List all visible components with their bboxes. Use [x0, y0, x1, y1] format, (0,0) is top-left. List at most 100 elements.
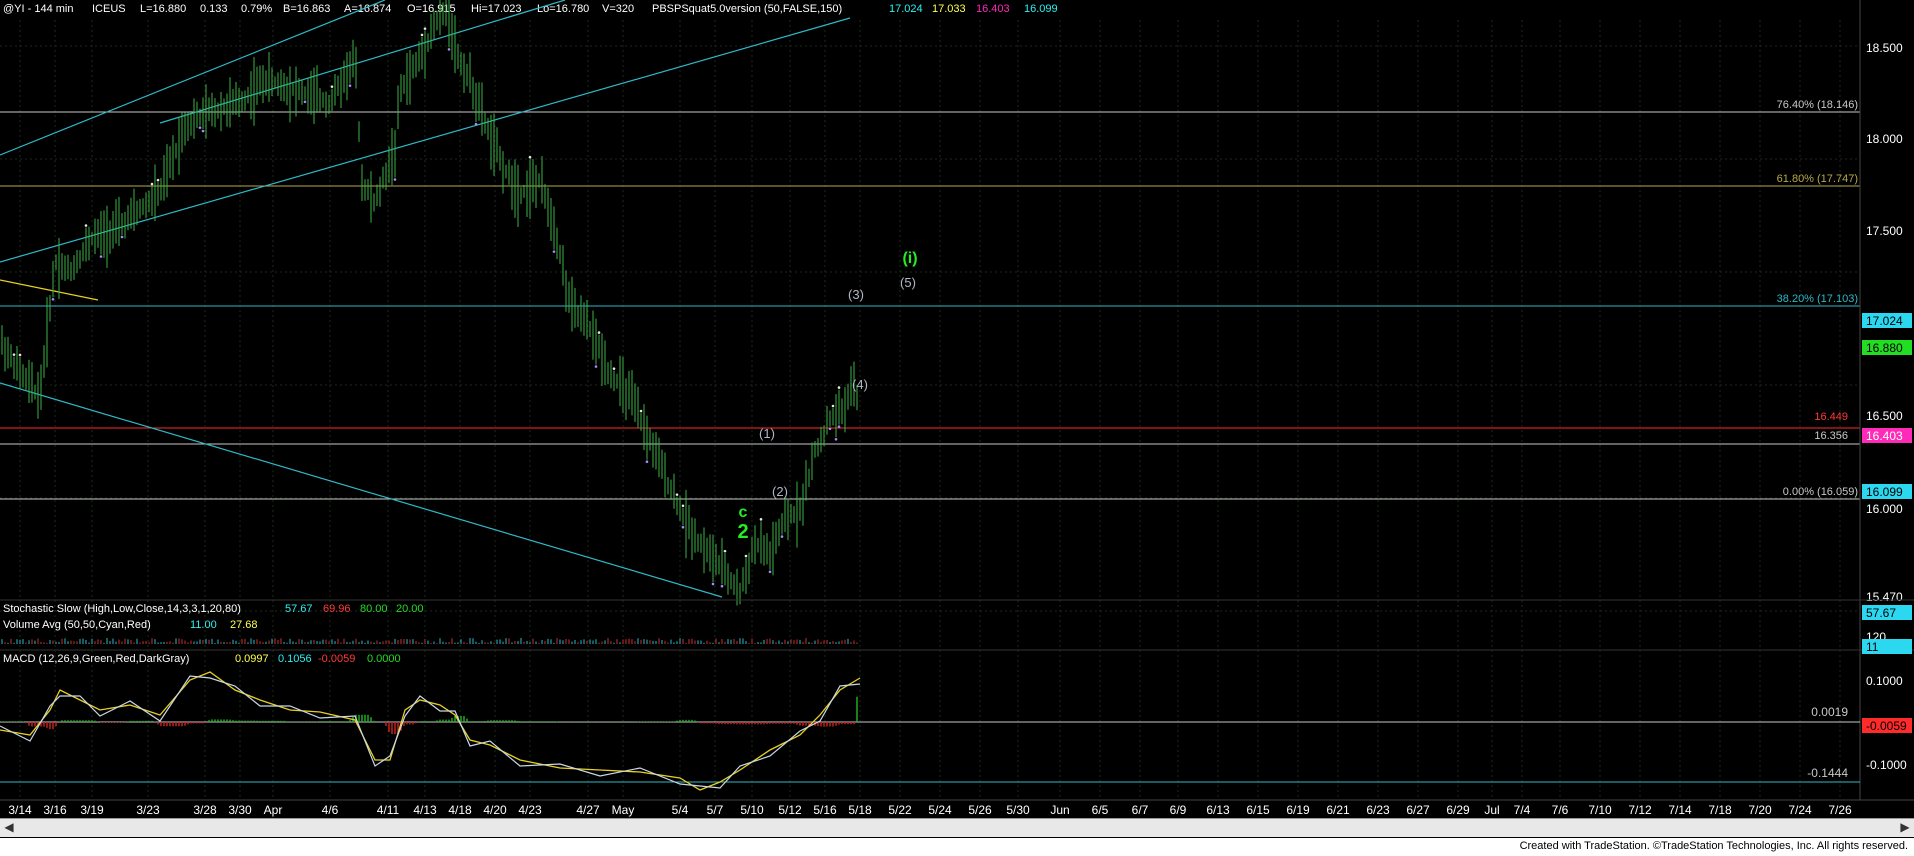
volume-value-1: 11.00 — [190, 619, 217, 631]
wave-label-c: c — [739, 504, 748, 521]
swing-dot — [837, 386, 841, 389]
x-axis-tick: 7/14 — [1668, 803, 1692, 817]
stochastic-value-1: 57.67 — [285, 603, 313, 615]
x-axis-tick: 4/20 — [483, 803, 507, 817]
x-axis-tick: 7/24 — [1788, 803, 1812, 817]
macd-tick: 0.0019 — [1811, 705, 1848, 719]
swing-dot — [759, 518, 763, 521]
x-axis-tick: 7/4 — [1514, 803, 1531, 817]
volume-label: Volume Avg (50,50,Cyan,Red) — [3, 619, 151, 631]
x-axis-tick: 6/13 — [1206, 803, 1230, 817]
x-axis-tick: 7/26 — [1828, 803, 1852, 817]
high-price: Hi=17.023 — [471, 3, 521, 15]
wave-label-2: (2) — [772, 484, 788, 499]
fib-label-76: 76.40% (18.146) — [1777, 99, 1858, 111]
x-axis-tick: 5/12 — [778, 803, 802, 817]
wave-label-big-2: 2 — [737, 521, 748, 543]
price-tick: 16.500 — [1866, 409, 1903, 423]
study-value-2: 17.033 — [932, 3, 966, 15]
macd-value-4: 0.0000 — [367, 653, 401, 665]
swing-dot — [156, 178, 160, 182]
fib-label-red: 16.449 — [1814, 411, 1848, 423]
swing-dot — [99, 255, 103, 258]
swing-dot — [723, 549, 727, 553]
swing-dot — [834, 437, 838, 441]
macd-value-1: 0.0997 — [235, 653, 269, 665]
x-axis-tick: Jul — [1484, 803, 1499, 817]
copyright-text: Created with TradeStation. ©TradeStation… — [1519, 840, 1908, 852]
x-axis-tick: 3/28 — [193, 803, 217, 817]
net-change: 0.133 — [200, 3, 228, 15]
swing-dot — [84, 224, 88, 227]
price-tag-17024: 17.024 — [1866, 314, 1903, 328]
price-tick: 18.500 — [1866, 41, 1903, 55]
macd-tick: 0.1000 — [1866, 674, 1903, 688]
stochastic-tag: 57.67 — [1866, 606, 1896, 620]
footer: Created with TradeStation. ©TradeStation… — [0, 838, 1914, 856]
x-axis-tick: 6/5 — [1092, 803, 1109, 817]
swing-dot — [612, 367, 616, 370]
stochastic-value-2: 69.96 — [323, 603, 351, 615]
x-axis-tick: 4/18 — [448, 803, 472, 817]
x-axis-tick: 3/30 — [228, 803, 252, 817]
x-axis-tick: 4/23 — [518, 803, 542, 817]
x-axis-tick: 5/30 — [1006, 803, 1030, 817]
swing-dot — [423, 27, 427, 30]
open-price: O=16.915 — [407, 3, 456, 15]
price-tick: 15.470 — [1866, 590, 1903, 604]
swing-dot — [201, 129, 205, 133]
x-axis-tick: 6/15 — [1246, 803, 1270, 817]
wave-label-i: (i) — [902, 250, 917, 267]
price-tick: 16.000 — [1866, 502, 1903, 516]
price-chart[interactable]: @YI - 144 min ICEUS L=16.880 0.133 0.79%… — [0, 0, 1914, 818]
x-axis-tick: 7/10 — [1588, 803, 1612, 817]
study-value-4: 16.099 — [1024, 3, 1058, 15]
x-axis-tick: 4/6 — [322, 803, 339, 817]
chart-stage: @YI - 144 min ICEUS L=16.880 0.133 0.79%… — [0, 0, 1914, 856]
x-axis-tick: 6/27 — [1406, 803, 1430, 817]
x-axis-tick: 4/13 — [413, 803, 437, 817]
swing-dot — [720, 584, 724, 588]
x-axis-tick: 7/6 — [1552, 803, 1569, 817]
swing-dot — [645, 460, 649, 464]
x-axis-tick: 3/23 — [136, 803, 160, 817]
macd-value-2: 0.1056 — [278, 653, 312, 665]
price-tag-16403: 16.403 — [1866, 429, 1903, 443]
x-axis-tick: 4/11 — [377, 803, 400, 817]
study-value-3: 16.403 — [976, 3, 1010, 15]
scroll-right-icon[interactable]: ▶ — [1898, 820, 1912, 835]
swing-dot — [348, 84, 352, 87]
swing-dot — [12, 353, 16, 356]
price-tick: 17.500 — [1866, 224, 1903, 238]
swing-dot — [744, 554, 748, 558]
swing-dot — [18, 353, 22, 357]
swing-dot — [393, 178, 397, 181]
pct-change: 0.79% — [241, 3, 272, 15]
volume-value-2: 27.68 — [230, 619, 258, 631]
x-axis-tick: Jun — [1050, 803, 1069, 817]
study-value-1: 17.024 — [889, 3, 923, 15]
price-tick: 18.000 — [1866, 132, 1903, 146]
x-axis-tick: 5/4 — [672, 803, 689, 817]
swing-dot — [447, 48, 451, 51]
swing-dot — [831, 404, 835, 408]
stochastic-value-4: 20.00 — [396, 603, 424, 615]
swing-dot — [198, 126, 202, 129]
volume-value: V=320 — [602, 3, 634, 15]
fib-label-16356: 16.356 — [1814, 430, 1848, 442]
macd-value-3: -0.0059 — [318, 653, 355, 665]
wave-label-5: (5) — [900, 275, 916, 290]
swing-dot — [639, 409, 643, 413]
scroll-left-icon[interactable]: ◀ — [2, 820, 16, 835]
x-axis-tick: 3/19 — [80, 803, 104, 817]
swing-dot — [474, 122, 478, 126]
swing-dot — [120, 235, 124, 239]
wave-label-3: (3) — [848, 287, 864, 302]
swing-dot — [780, 535, 784, 538]
horizontal-scrollbar[interactable]: ◀ ▶ — [0, 818, 1914, 837]
swing-dot — [528, 155, 532, 159]
x-axis-tick: 5/22 — [888, 803, 912, 817]
swing-dot — [828, 427, 832, 431]
fib-label-38: 38.20% (17.103) — [1777, 293, 1858, 305]
x-axis-tick: 5/18 — [848, 803, 872, 817]
